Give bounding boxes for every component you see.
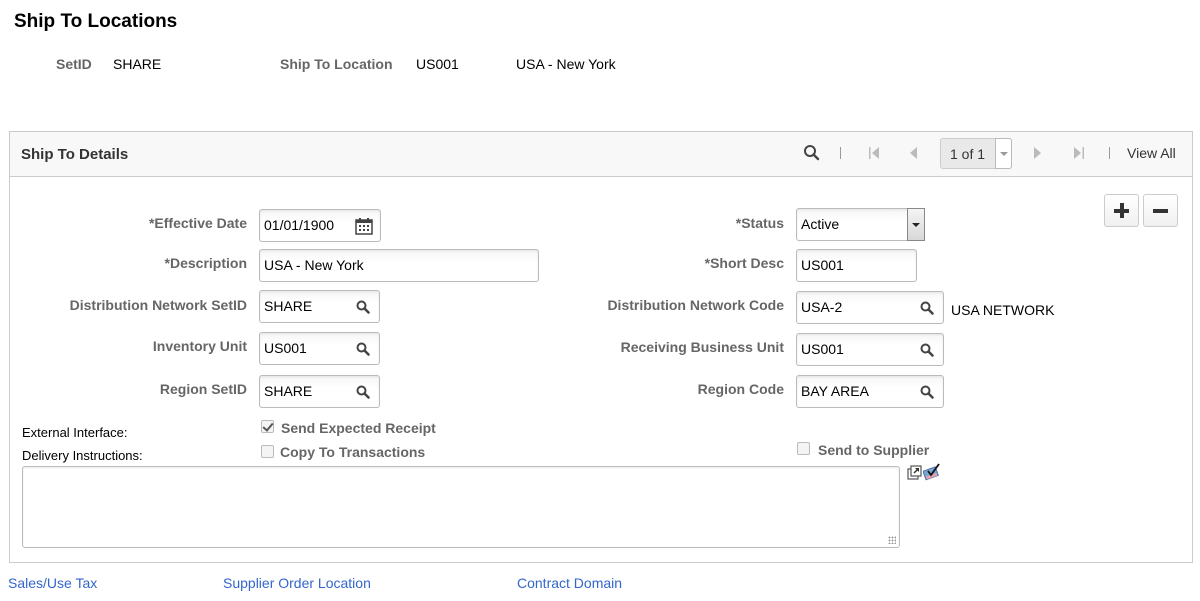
lookup-icon[interactable] <box>356 385 370 399</box>
lookup-icon[interactable] <box>356 342 370 356</box>
receiving-business-unit-label: Receiving Business Unit <box>620 339 784 355</box>
lookup-icon[interactable] <box>920 343 934 357</box>
nav-separator <box>1109 147 1110 159</box>
search-icon[interactable] <box>803 144 821 162</box>
region-setid-label: Region SetID <box>159 381 247 397</box>
panel-header: Ship To Details 1 of 1 View All <box>10 132 1192 177</box>
effective-date-value: 01/01/1900 <box>264 217 335 233</box>
effective-date-label: *Effective Date <box>148 215 247 231</box>
chevron-down-icon[interactable] <box>995 138 1012 169</box>
region-setid-value: SHARE <box>264 383 313 399</box>
resize-grip-icon[interactable] <box>888 536 896 544</box>
spell-check-icon[interactable] <box>923 462 941 481</box>
page-title: Ship To Locations <box>14 11 178 32</box>
region-code-value: BAY AREA <box>801 383 869 399</box>
description-value: USA - New York <box>264 257 364 273</box>
supplier-order-location-link[interactable]: Supplier Order Location <box>223 575 371 591</box>
delivery-instructions-label: Delivery Instructions: <box>22 448 143 463</box>
copy-to-transactions-checkbox[interactable] <box>261 445 274 458</box>
distribution-network-code-input[interactable]: USA-2 <box>796 291 944 324</box>
ship-to-location-value: US001 <box>416 56 459 72</box>
send-to-supplier-checkbox[interactable] <box>797 442 810 455</box>
status-label: *Status <box>735 215 784 231</box>
view-all-link[interactable]: View All <box>1127 145 1176 161</box>
send-to-supplier-label: Send to Supplier <box>818 442 930 458</box>
receiving-business-unit-value: US001 <box>801 341 844 357</box>
sales-use-tax-link[interactable]: Sales/Use Tax <box>8 575 97 591</box>
setid-value: SHARE <box>113 56 162 72</box>
distribution-network-setid-input[interactable]: SHARE <box>259 290 380 323</box>
status-select[interactable]: Active <box>796 208 925 241</box>
inventory-unit-input[interactable]: US001 <box>259 332 380 365</box>
expand-text-icon[interactable] <box>907 465 923 481</box>
page-selector[interactable]: 1 of 1 <box>940 138 1012 169</box>
distribution-network-setid-label: Distribution Network SetID <box>69 297 247 313</box>
receiving-business-unit-input[interactable]: US001 <box>796 333 944 366</box>
send-expected-receipt-label: Send Expected Receipt <box>281 420 436 436</box>
contract-domain-link[interactable]: Contract Domain <box>517 575 622 591</box>
distribution-network-setid-value: SHARE <box>264 298 313 314</box>
region-code-label: Region Code <box>697 381 784 397</box>
ship-to-location-description: USA - New York <box>516 56 616 72</box>
calendar-icon[interactable] <box>354 216 374 236</box>
status-value: Active <box>801 216 840 232</box>
short-desc-value: US001 <box>801 257 844 273</box>
send-expected-receipt-checkbox[interactable] <box>261 420 274 433</box>
last-page-icon[interactable] <box>1073 146 1085 160</box>
chevron-down-icon[interactable] <box>907 208 925 241</box>
lookup-icon[interactable] <box>356 300 370 314</box>
lookup-icon[interactable] <box>920 385 934 399</box>
delivery-instructions-textarea[interactable] <box>22 466 900 548</box>
short-desc-input[interactable]: US001 <box>796 249 917 282</box>
delete-row-button[interactable] <box>1143 194 1178 227</box>
external-interface-label: External Interface: <box>22 425 128 440</box>
description-label: *Description <box>164 255 247 271</box>
next-icon[interactable] <box>1033 146 1043 160</box>
add-row-button[interactable] <box>1104 194 1139 227</box>
description-input[interactable]: USA - New York <box>259 249 539 282</box>
distribution-network-code-value: USA-2 <box>801 299 843 315</box>
inventory-unit-value: US001 <box>264 340 307 356</box>
copy-to-transactions-label: Copy To Transactions <box>280 444 426 460</box>
region-code-input[interactable]: BAY AREA <box>796 375 944 408</box>
panel-title: Ship To Details <box>21 146 129 163</box>
ship-to-details-panel: Ship To Details 1 of 1 View All *Effecti… <box>9 131 1193 563</box>
region-setid-input[interactable]: SHARE <box>259 375 380 408</box>
setid-label: SetID <box>56 56 92 72</box>
distribution-network-description: USA NETWORK <box>951 302 1055 318</box>
nav-separator <box>840 147 841 159</box>
ship-to-location-label: Ship To Location <box>280 56 393 72</box>
effective-date-input[interactable]: 01/01/1900 <box>259 209 381 242</box>
first-page-icon[interactable] <box>868 146 880 160</box>
previous-icon[interactable] <box>908 146 918 160</box>
pager-text: 1 of 1 <box>950 146 986 162</box>
lookup-icon[interactable] <box>920 301 934 315</box>
distribution-network-code-label: Distribution Network Code <box>607 297 784 313</box>
short-desc-label: *Short Desc <box>704 255 784 271</box>
inventory-unit-label: Inventory Unit <box>152 338 247 354</box>
